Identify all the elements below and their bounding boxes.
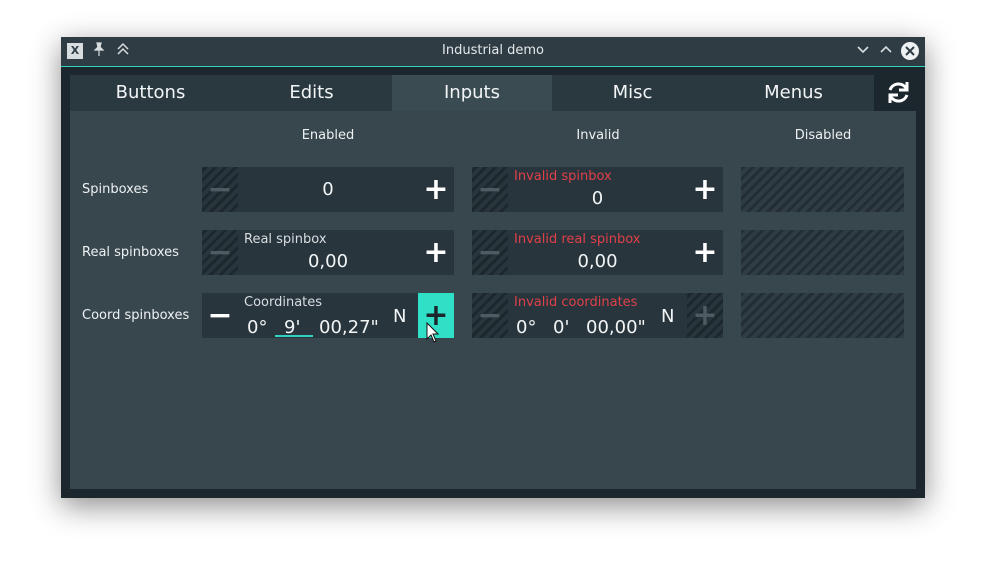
decrement-button[interactable]: − (202, 230, 238, 275)
minutes-field[interactable]: 0' (553, 317, 569, 338)
row-label-coord-spinboxes: Coord spinboxes (82, 308, 190, 323)
minus-icon: − (207, 235, 233, 270)
app-window: X Industrial demo Buttons Edits Inputs M… (61, 37, 925, 498)
column-header-invalid: Invalid (576, 128, 620, 143)
spinbox-enabled[interactable]: − 0 + (202, 167, 454, 212)
plus-icon: + (423, 172, 449, 207)
increment-button[interactable]: + (418, 167, 454, 212)
spinbox-value[interactable]: 0 (238, 179, 418, 200)
minus-icon: − (207, 172, 233, 207)
spinbox-value[interactable]: 0,00 (238, 251, 418, 272)
hemisphere-field[interactable]: N (661, 306, 674, 327)
spinbox-disabled (741, 167, 904, 212)
increment-button[interactable]: + (687, 293, 723, 338)
spinbox-value[interactable]: 0,00 (508, 251, 687, 272)
increment-button[interactable]: + (687, 230, 723, 275)
refresh-icon[interactable] (886, 79, 911, 106)
minus-icon: − (477, 235, 503, 270)
minus-icon: − (207, 298, 233, 333)
window-title: Industrial demo (442, 43, 544, 58)
degrees-field[interactable]: 0° (516, 317, 536, 338)
minus-icon: − (477, 172, 503, 207)
invalid-spinbox-label: Invalid spinbox (514, 169, 612, 184)
title-bar: X Industrial demo (61, 37, 925, 67)
spinbox-invalid[interactable]: − Invalid spinbox 0 + (472, 167, 723, 212)
invalid-coordinates-label: Invalid coordinates (514, 295, 638, 310)
tab-menus[interactable]: Menus (713, 75, 874, 111)
decrement-button[interactable]: − (472, 293, 508, 338)
tab-misc[interactable]: Misc (552, 75, 713, 111)
tab-bar: Buttons Edits Inputs Misc Menus (70, 75, 916, 111)
seconds-field[interactable]: 00,27" (319, 317, 379, 338)
minimize-icon[interactable] (855, 42, 871, 62)
coord-spinbox-disabled (741, 293, 904, 338)
coordinates-label: Coordinates (244, 295, 323, 310)
column-header-disabled: Disabled (794, 128, 852, 143)
coord-spinbox-invalid[interactable]: − Invalid coordinates 0° 0' 00,00" N + (472, 293, 723, 338)
decrement-button[interactable]: − (472, 167, 508, 212)
real-spinbox-disabled (741, 230, 904, 275)
increment-button[interactable]: + (418, 230, 454, 275)
invalid-real-spinbox-label: Invalid real spinbox (514, 232, 641, 247)
inputs-panel: Enabled Invalid Disabled Spinboxes − 0 +… (70, 111, 916, 489)
close-icon[interactable] (901, 42, 919, 60)
decrement-button[interactable]: − (202, 293, 238, 338)
hemisphere-field[interactable]: N (393, 306, 406, 327)
decrement-button[interactable]: − (472, 230, 508, 275)
decrement-button[interactable]: − (202, 167, 238, 212)
tab-edits[interactable]: Edits (231, 75, 392, 111)
degrees-field[interactable]: 0° (247, 317, 267, 338)
spinbox-value[interactable]: 0 (508, 188, 687, 209)
tab-buttons[interactable]: Buttons (70, 75, 231, 111)
seconds-field[interactable]: 00,00" (586, 317, 646, 338)
row-label-real-spinboxes: Real spinboxes (82, 245, 179, 260)
plus-icon: + (423, 235, 449, 270)
real-spinbox-label: Real spinbox (244, 232, 327, 247)
plus-icon: + (692, 172, 718, 207)
increment-button[interactable]: + (687, 167, 723, 212)
coord-spinbox-enabled[interactable]: − Coordinates 0° 9' 00,27" N + (202, 293, 454, 338)
minus-icon: − (477, 298, 503, 333)
column-header-enabled: Enabled (301, 128, 355, 143)
tab-inputs[interactable]: Inputs (392, 75, 552, 111)
active-field-underline (275, 335, 313, 337)
mouse-pointer-icon (426, 322, 440, 343)
plus-icon: + (692, 298, 718, 333)
row-label-spinboxes: Spinboxes (82, 182, 149, 197)
plus-icon: + (692, 235, 718, 270)
real-spinbox-invalid[interactable]: − Invalid real spinbox 0,00 + (472, 230, 723, 275)
real-spinbox-enabled[interactable]: − Real spinbox 0,00 + (202, 230, 454, 275)
maximize-icon[interactable] (878, 42, 894, 62)
